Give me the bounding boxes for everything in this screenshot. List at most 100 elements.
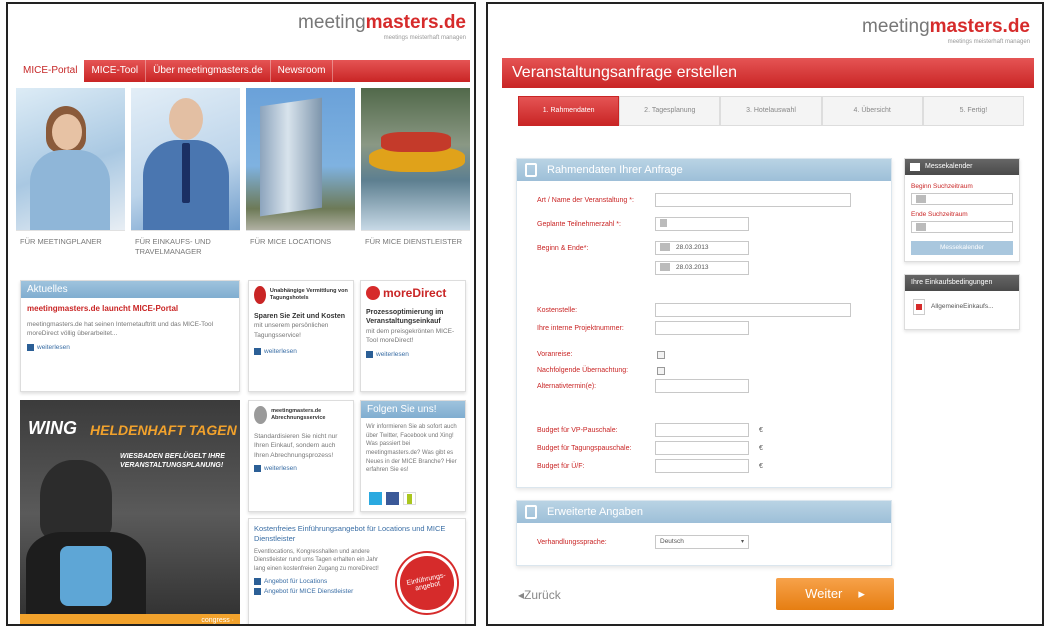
tile-einkauf[interactable]: FÜR EINKAUFS- UND TRAVELMANAGER bbox=[131, 88, 240, 264]
currency-label: € bbox=[759, 463, 763, 470]
search-end-input[interactable] bbox=[911, 221, 1013, 233]
photo-hotel-building bbox=[246, 88, 355, 230]
document-icon bbox=[525, 163, 537, 177]
person-icon bbox=[660, 219, 667, 228]
social-icons bbox=[369, 492, 416, 505]
news-header: Aktuelles bbox=[21, 281, 239, 298]
service-logo-icon bbox=[254, 286, 266, 304]
step-rahmendaten[interactable]: 1. Rahmendaten bbox=[518, 96, 620, 126]
label-participants: Geplante Teilnehmerzahl *: bbox=[537, 221, 621, 228]
arrow-icon bbox=[366, 350, 373, 358]
ad-subline: WIESBADEN BEFLÜGELT IHRE VERANSTALTUNGSP… bbox=[120, 453, 225, 470]
ad-person-head bbox=[40, 460, 112, 540]
widget-header: Ihre Einkaufsbedingungen bbox=[905, 275, 1019, 291]
offer-box: Kostenfreies Einführungsangebot für Loca… bbox=[248, 518, 466, 624]
chevron-down-icon: ▾ bbox=[740, 539, 744, 545]
request-form-screenshot: meetingmasters.de meetings meisterhaft m… bbox=[486, 2, 1044, 626]
abrechnung-logo-icon bbox=[254, 406, 268, 424]
arrow-icon bbox=[254, 348, 261, 356]
nav-tab-mice-tool[interactable]: MICE-Tool bbox=[84, 60, 147, 82]
tile-label: FÜR MICE DIENSTLEISTER bbox=[361, 230, 470, 264]
progress-steps: 1. Rahmendaten 2. Tagesplanung 3. Hotela… bbox=[518, 96, 1025, 126]
label-cost-center: Kostenstelle: bbox=[537, 307, 578, 314]
currency-label: € bbox=[759, 427, 763, 434]
abrechnung-logo-text: meetingmasters.de Abrechnungsservice bbox=[271, 407, 326, 421]
nav-tab-mice-portal[interactable]: MICE-Portal bbox=[16, 60, 85, 82]
nav-tab-about[interactable]: Über meetingmasters.de bbox=[146, 60, 271, 82]
news-title[interactable]: meetingmasters.de launcht MICE-Portal bbox=[27, 304, 233, 315]
language-select[interactable]: Deutsch ▾ bbox=[655, 535, 749, 549]
arrow-icon bbox=[254, 577, 261, 585]
logo-tagline: meetings meisterhaft managen bbox=[947, 39, 1030, 45]
logo[interactable]: meetingmasters.de meetings meisterhaft m… bbox=[298, 12, 466, 41]
search-start-input[interactable] bbox=[911, 193, 1013, 205]
messekalender-button[interactable]: Messekalender bbox=[911, 241, 1013, 255]
box4-text: Standardisieren Sie nicht nur Ihren Eink… bbox=[254, 433, 338, 459]
next-button[interactable]: Weiter ▸ bbox=[776, 578, 894, 610]
nav-tab-newsroom[interactable]: Newsroom bbox=[271, 60, 334, 82]
einkaufsbedingungen-widget: Ihre Einkaufsbedingungen AllgemeineEinka… bbox=[904, 274, 1020, 330]
tile-locations[interactable]: FÜR MICE LOCATIONS bbox=[246, 88, 355, 264]
label-budget-uf: Budget für Ü/F: bbox=[537, 463, 585, 470]
box2-text: mit unserem persönlichen Tagungsservice! bbox=[254, 322, 329, 339]
erweiterte-angaben-panel: Erweiterte Angaben Verhandlungssprache: … bbox=[516, 500, 892, 566]
box2-readmore-link[interactable]: weiterlesen bbox=[254, 348, 348, 356]
wing-advertisement[interactable]: WING HELDENHAFT TAGEN WIESBADEN BEFLÜGEL… bbox=[20, 400, 240, 624]
label-project-number: Ihre interne Projektnummer: bbox=[537, 325, 624, 332]
box2-title: Sparen Sie Zeit und Kosten bbox=[254, 313, 346, 320]
box4-readmore-link[interactable]: weiterlesen bbox=[254, 465, 348, 473]
tile-dienstleister[interactable]: FÜR MICE DIENSTLEISTER bbox=[361, 88, 470, 264]
participants-input[interactable] bbox=[655, 217, 749, 231]
calendar-icon bbox=[660, 263, 670, 272]
logo-tagline: meetings meisterhaft managen bbox=[383, 35, 466, 41]
label-pre-arrival: Voranreise: bbox=[537, 351, 573, 358]
extra-night-checkbox[interactable] bbox=[657, 367, 665, 375]
budget-uf-input[interactable] bbox=[655, 459, 749, 473]
rahmendaten-panel: Rahmendaten Ihrer Anfrage Art / Name der… bbox=[516, 158, 892, 488]
abrechnung-box: meetingmasters.de Abrechnungsservice Sta… bbox=[248, 400, 354, 512]
budget-vp-input[interactable] bbox=[655, 423, 749, 437]
project-number-input[interactable] bbox=[655, 321, 749, 335]
step-fertig[interactable]: 5. Fertig! bbox=[922, 96, 1025, 126]
logo-text-bold: masters.de bbox=[365, 12, 466, 33]
start-date-input[interactable]: 28.03.2013 bbox=[655, 241, 749, 255]
step-tagesplanung[interactable]: 2. Tagesplanung bbox=[619, 96, 721, 126]
tagungsservice-box: Unabhängige Vermittlung von Tagungshotel… bbox=[248, 280, 354, 392]
tile-label: FÜR MEETINGPLANER bbox=[16, 230, 125, 264]
facebook-icon[interactable] bbox=[386, 492, 399, 505]
event-name-input[interactable] bbox=[655, 193, 851, 207]
label-dates: Beginn & Ende*: bbox=[537, 245, 589, 252]
messekalender-widget: Messekalender Beginn Suchzeitraum Ende S… bbox=[904, 158, 1020, 262]
logo-text-plain: meeting bbox=[862, 16, 930, 37]
label-extra-night: Nachfolgende Übernachtung: bbox=[537, 367, 629, 374]
logo[interactable]: meetingmasters.de meetings meisterhaft m… bbox=[862, 16, 1030, 45]
portal-screenshot: meetingmasters.de meetings meisterhaft m… bbox=[6, 2, 476, 626]
pre-arrival-checkbox[interactable] bbox=[657, 351, 665, 359]
moredirect-logo-text: moreDirect bbox=[383, 286, 447, 300]
budget-tagung-input[interactable] bbox=[655, 441, 749, 455]
moredirect-box: moreDirect Prozessoptimierung im Veranst… bbox=[360, 280, 466, 392]
box3-readmore-link[interactable]: weiterlesen bbox=[366, 350, 460, 358]
news-text: meetingmasters.de hat seinen Internetauf… bbox=[27, 320, 214, 338]
moredirect-logo-icon bbox=[366, 286, 380, 300]
xing-icon[interactable] bbox=[403, 492, 416, 505]
follow-header: Folgen Sie uns! bbox=[361, 401, 465, 418]
follow-box: Folgen Sie uns! Wir informieren Sie ab s… bbox=[360, 400, 466, 512]
news-readmore-link[interactable]: weiterlesen bbox=[27, 343, 233, 351]
tile-meetingplaner[interactable]: FÜR MEETINGPLANER bbox=[16, 88, 125, 264]
alt-date-input[interactable] bbox=[655, 379, 749, 393]
tile-label: FÜR MICE LOCATIONS bbox=[246, 230, 355, 264]
cost-center-input[interactable] bbox=[655, 303, 851, 317]
photo-woman-phone bbox=[16, 88, 125, 230]
ad-headline: HELDENHAFT TAGEN bbox=[90, 422, 237, 438]
photo-rafting bbox=[361, 88, 470, 230]
terms-file-link[interactable]: AllgemeineEinkaufs... bbox=[931, 303, 994, 310]
audience-tiles: FÜR MEETINGPLANER FÜR EINKAUFS- UND TRAV… bbox=[16, 88, 470, 264]
step-uebersicht[interactable]: 4. Übersicht bbox=[821, 96, 923, 126]
back-link[interactable]: ◂Zurück bbox=[518, 588, 561, 602]
end-date-input[interactable]: 28.03.2013 bbox=[655, 261, 749, 275]
logo-text-bold: masters.de bbox=[929, 16, 1030, 37]
follow-text: Wir informieren Sie ab sofort auch über … bbox=[366, 424, 457, 474]
step-hotelauswahl[interactable]: 3. Hotelauswahl bbox=[720, 96, 822, 126]
twitter-icon[interactable] bbox=[369, 492, 382, 505]
